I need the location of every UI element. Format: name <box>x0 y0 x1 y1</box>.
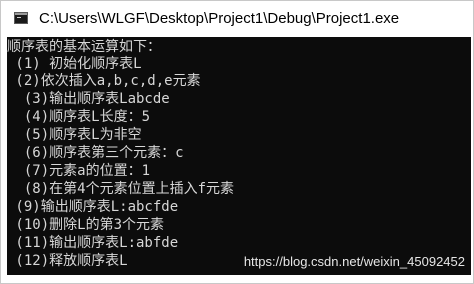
console-line: (3)输出顺序表Labcde <box>7 91 170 107</box>
window-title: C:\Users\WLGF\Desktop\Project1\Debug\Pro… <box>39 10 400 27</box>
console-line: (8)在第4个元素位置上插入f元素 <box>7 181 235 197</box>
console-line: (9)输出顺序表L:abcfde <box>7 199 179 215</box>
console-line: (6)顺序表第三个元素：c <box>7 145 184 161</box>
console-line: (4)顺序表L长度：5 <box>7 109 151 125</box>
console-line: 顺序表的基本运算如下： <box>7 39 161 55</box>
console-line: (12)释放顺序表L <box>7 253 128 269</box>
console-output[interactable]: 顺序表的基本运算如下： (1) 初始化顺序表L (2)依次插入a,b,c,d,e… <box>7 37 471 275</box>
console-window: C:\Users\WLGF\Desktop\Project1\Debug\Pro… <box>0 0 474 284</box>
console-line: (7)元素a的位置：1 <box>7 163 151 179</box>
watermark: https://blog.csdn.net/weixin_45092452 <box>243 254 465 269</box>
console-line: (10)删除L的第3个元素 <box>7 217 165 233</box>
console-app-icon <box>14 12 28 24</box>
console-line: (2)依次插入a,b,c,d,e元素 <box>7 73 201 89</box>
console-line: (1) 初始化顺序表L <box>7 56 142 72</box>
console-line: (11)输出顺序表L:abfde <box>7 235 179 251</box>
console-line: (5)顺序表L为非空 <box>7 127 142 143</box>
title-bar[interactable]: C:\Users\WLGF\Desktop\Project1\Debug\Pro… <box>1 1 473 36</box>
